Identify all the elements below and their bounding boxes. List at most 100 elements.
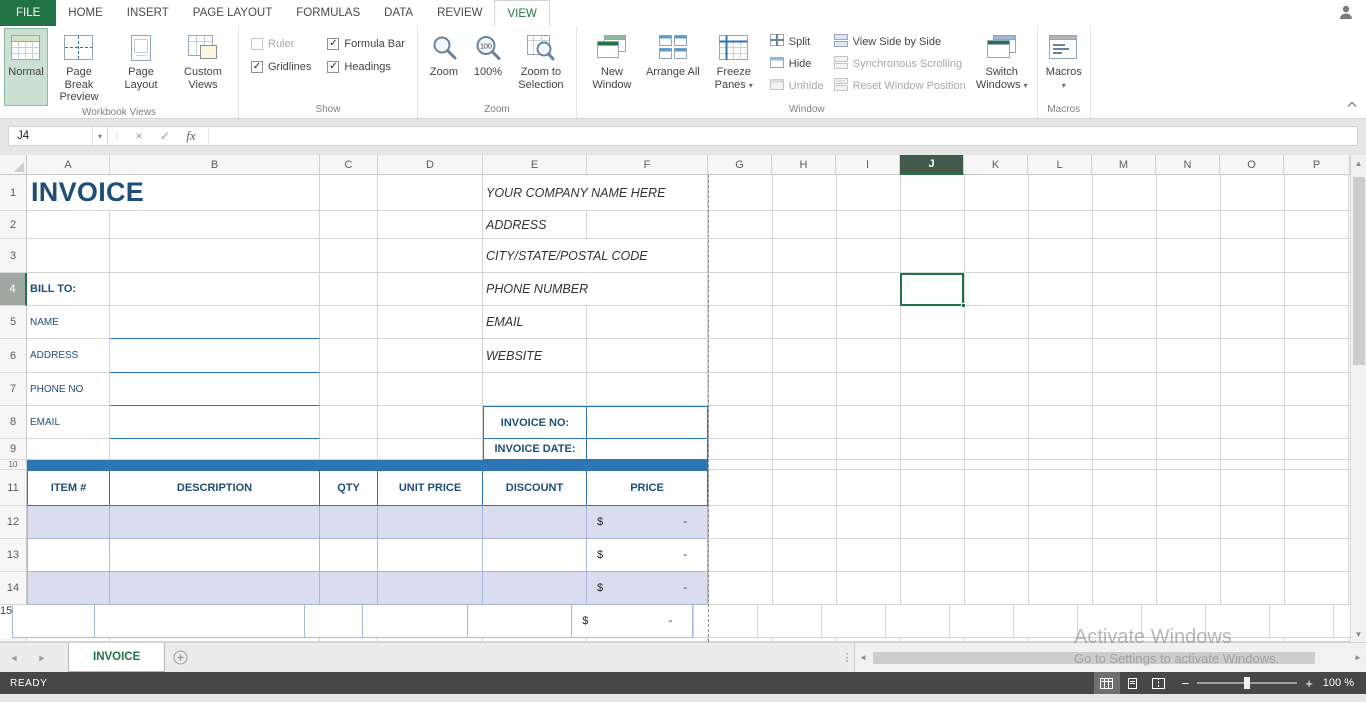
normal-view-button[interactable]: Normal [4,28,48,106]
tab-home[interactable]: HOME [56,0,115,26]
cell-price[interactable]: $ - [587,539,708,572]
cell[interactable] [587,175,708,211]
reset-window-position-button[interactable]: Reset Window Position [829,75,971,97]
header-cell-item[interactable]: ITEM # [27,470,110,506]
zoom-100-button[interactable]: 100 100% [466,28,510,103]
cell[interactable] [320,539,378,572]
scroll-right-icon[interactable]: ► [1350,653,1366,662]
cell[interactable] [378,306,483,339]
header-cell-qty[interactable]: QTY [320,470,378,506]
cell[interactable] [483,638,587,642]
row-header-6[interactable]: 6 [0,339,27,373]
column-header-M[interactable]: M [1092,155,1156,175]
zoom-in-button[interactable]: + [1305,676,1313,691]
next-sheet-icon[interactable]: ► [28,643,56,672]
row-header-4-selected[interactable]: 4 [0,273,27,306]
tab-view[interactable]: VIEW [494,0,550,26]
cell[interactable] [483,373,587,406]
cell-B5-name-blank[interactable] [110,306,320,339]
select-all-corner[interactable] [0,155,27,175]
sheet-tab-invoice[interactable]: INVOICE [68,643,166,672]
header-cell-description[interactable]: DESCRIPTION [110,470,320,506]
custom-views-button[interactable]: Custom Views [172,28,234,106]
cell[interactable] [110,439,320,460]
insert-function-button[interactable]: fx [178,128,204,144]
hide-button[interactable]: Hide [765,53,829,75]
collapse-ribbon-button[interactable] [1347,99,1357,111]
zoom-slider[interactable] [1197,677,1298,689]
row-header-15[interactable]: 15 [0,605,12,638]
row-header-11[interactable]: 11 [0,470,27,506]
cell[interactable] [320,638,378,642]
cell[interactable] [587,638,708,642]
row-header-10[interactable]: 10 [0,460,27,470]
name-box[interactable]: J4 ▾ [8,126,108,146]
cell[interactable] [483,572,587,605]
column-header-C[interactable]: C [320,155,378,175]
cell[interactable] [587,306,708,339]
blue-divider-band[interactable] [27,460,708,470]
cell-E8-invoice-no-label[interactable]: INVOICE NO: [483,406,587,439]
cell-price[interactable]: $ - [587,506,708,539]
cell[interactable] [378,339,483,373]
row-header-7[interactable]: 7 [0,373,27,406]
normal-view-toggle[interactable] [1093,672,1120,694]
cell-A7-phone-label[interactable]: PHONE NO [27,373,110,406]
macros-button[interactable]: Macros ▾ [1042,28,1086,103]
tab-insert[interactable]: INSERT [115,0,181,26]
cell[interactable] [378,273,483,306]
header-cell-unit-price[interactable]: UNIT PRICE [378,470,483,506]
split-button[interactable]: Split [765,31,829,53]
row-header-16[interactable] [0,638,27,642]
cell[interactable] [110,239,320,273]
new-window-button[interactable]: New Window [581,28,643,103]
cell-E4-company-phone[interactable]: PHONE NUMBER [483,273,588,306]
cell[interactable] [110,506,320,539]
cell[interactable] [483,539,587,572]
cell-B7-phone-blank[interactable] [110,373,320,406]
scroll-left-icon[interactable]: ◄ [855,653,871,662]
cell-B6-address-blank[interactable] [110,339,320,373]
cell[interactable] [378,572,483,605]
view-side-by-side-button[interactable]: View Side by Side [829,31,971,53]
tab-file[interactable]: FILE [0,0,57,26]
cell[interactable] [320,306,378,339]
cell[interactable] [320,439,378,460]
row-header-3[interactable]: 3 [0,239,27,273]
column-header-P[interactable]: P [1284,155,1350,175]
cell[interactable] [363,605,469,638]
header-cell-price[interactable]: PRICE [587,470,708,506]
cell-F9-invoice-date-value[interactable] [587,439,708,460]
cell[interactable] [378,439,483,460]
cell-E9-invoice-date-label[interactable]: INVOICE DATE: [483,439,587,460]
cell[interactable] [320,339,378,373]
cell[interactable] [587,211,708,239]
column-header-H[interactable]: H [772,155,836,175]
tab-page-layout[interactable]: PAGE LAYOUT [181,0,284,26]
cell-F8-invoice-no-value[interactable] [587,406,708,439]
vertical-scrollbar[interactable]: ▲ ▼ [1350,155,1366,642]
cell[interactable] [27,638,110,642]
column-header-E[interactable]: E [483,155,587,175]
enter-entry-button[interactable]: ✓ [152,129,178,143]
column-header-G[interactable]: G [708,155,772,175]
synchronous-scrolling-button[interactable]: Synchronous Scrolling [829,53,971,75]
new-sheet-button[interactable] [165,643,195,672]
cell[interactable] [27,539,110,572]
cell[interactable] [587,339,708,373]
cell[interactable] [378,406,483,439]
account-button[interactable] [1338,0,1366,26]
cell[interactable] [27,239,110,273]
active-cell-J4[interactable] [900,273,966,308]
row-header-14[interactable]: 14 [0,572,27,605]
cell-A4-bill-to[interactable]: BILL TO: [27,273,110,306]
cell[interactable] [483,506,587,539]
scroll-down-icon[interactable]: ▼ [1351,626,1366,642]
cell[interactable] [27,506,110,539]
page-layout-view-button[interactable]: Page Layout [110,28,172,106]
column-header-O[interactable]: O [1220,155,1284,175]
cell[interactable] [378,239,483,273]
column-header-A[interactable]: A [27,155,110,175]
previous-sheet-icon[interactable]: ◄ [0,643,28,672]
row-header-5[interactable]: 5 [0,306,27,339]
